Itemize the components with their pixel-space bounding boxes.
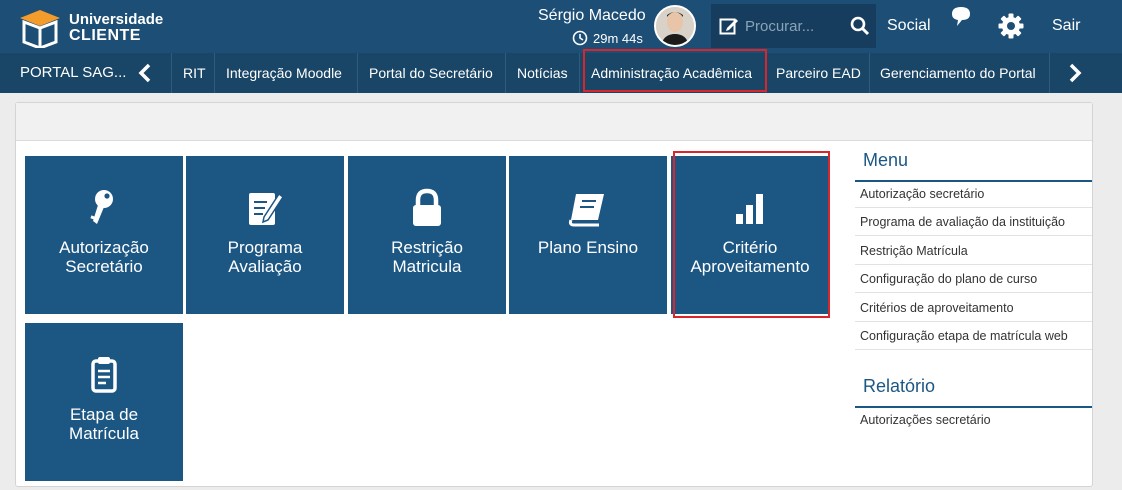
- logout-link[interactable]: Sair: [1052, 17, 1080, 35]
- social-link[interactable]: Social: [887, 17, 931, 35]
- nav-divider: [357, 53, 358, 93]
- side-menu-item[interactable]: Critérios de aproveitamento: [855, 294, 1092, 322]
- user-name: Sérgio Macedo: [538, 7, 646, 24]
- lock-icon: [413, 188, 441, 226]
- clock-icon: [572, 30, 588, 46]
- search-input[interactable]: Procurar...: [745, 18, 814, 35]
- tile-restricao-matricula[interactable]: Restrição Matricula: [348, 156, 506, 314]
- side-report-title: Relatório: [855, 376, 1092, 408]
- side-menu-item[interactable]: Configuração etapa de matrícula web: [855, 322, 1092, 350]
- top-bar: Universidade CLIENTE Sérgio Macedo 29m 4…: [0, 0, 1122, 53]
- chat-bubble-icon[interactable]: [948, 4, 974, 30]
- book-icon: [568, 194, 604, 227]
- tile-label-line1: Programa: [227, 238, 303, 257]
- tile-label-line2: Avaliação: [228, 257, 302, 276]
- session-timer: 29m 44s: [572, 30, 643, 46]
- chevron-left-icon[interactable]: [138, 63, 152, 83]
- highlight-admin-academica: [583, 49, 767, 92]
- key-icon: [90, 190, 113, 224]
- edit-document-icon: [249, 192, 285, 225]
- nav-divider: [214, 53, 215, 93]
- tile-label-line1: Restrição: [391, 238, 463, 257]
- tile-plano-ensino[interactable]: Plano Ensino: [509, 156, 667, 314]
- brand-line2: CLIENTE: [69, 27, 141, 44]
- portal-menu[interactable]: PORTAL SAG...: [20, 53, 126, 93]
- edit-icon[interactable]: [719, 16, 739, 36]
- search-box[interactable]: Procurar...: [711, 4, 876, 48]
- side-report-item[interactable]: Autorizações secretário: [855, 406, 1092, 434]
- tile-label-line2: Matrícula: [69, 424, 139, 443]
- brand-logo[interactable]: Universidade CLIENTE: [18, 8, 178, 48]
- clipboard-icon: [91, 357, 117, 393]
- session-timer-value: 29m 44s: [593, 30, 643, 46]
- nav-divider: [505, 53, 506, 93]
- side-menu-item[interactable]: Autorização secretário: [855, 180, 1092, 208]
- graduation-cap-icon: [20, 10, 60, 48]
- side-menu-title: Menu: [855, 150, 1092, 182]
- side-menu-item[interactable]: Programa de avaliação da instituição: [855, 208, 1092, 236]
- chevron-right-icon[interactable]: [1068, 63, 1082, 83]
- panel-header: [16, 103, 1092, 141]
- nav-item-parceiro-ead[interactable]: Parceiro EAD: [776, 53, 861, 93]
- tile-autorizacao-secretario[interactable]: Autorização Secretário: [25, 156, 183, 314]
- nav-item-portal-secretario[interactable]: Portal do Secretário: [369, 53, 493, 93]
- nav-divider: [1049, 53, 1050, 93]
- search-icon[interactable]: [850, 16, 870, 36]
- tile-label-line1: Etapa de: [69, 405, 139, 424]
- side-menu-item[interactable]: Configuração do plano de curso: [855, 265, 1092, 293]
- nav-item-integracao-moodle[interactable]: Integração Moodle: [226, 53, 342, 93]
- nav-divider: [579, 53, 580, 93]
- tile-label-line1: Autorização: [59, 238, 149, 257]
- gear-icon[interactable]: [998, 13, 1024, 39]
- tile-label-line2: Secretário: [65, 257, 143, 276]
- nav-item-noticias[interactable]: Notícias: [517, 53, 568, 93]
- nav-item-rit[interactable]: RIT: [183, 53, 206, 93]
- highlight-criterio-aproveitamento: [673, 151, 830, 318]
- brand-line1: Universidade: [69, 11, 164, 28]
- avatar[interactable]: [654, 5, 696, 47]
- tile-programa-avaliacao[interactable]: Programa Avaliação: [186, 156, 344, 314]
- user-photo-icon: [656, 7, 694, 45]
- side-menu-item[interactable]: Restrição Matrícula: [855, 237, 1092, 265]
- nav-divider: [869, 53, 870, 93]
- nav-item-gerenciamento-portal[interactable]: Gerenciamento do Portal: [880, 53, 1036, 93]
- tile-label-line2: Matricula: [392, 257, 462, 276]
- tile-etapa-matricula[interactable]: Etapa de Matrícula: [25, 323, 183, 481]
- nav-divider: [171, 53, 172, 93]
- nav-bar: PORTAL SAG... RIT Integração Moodle Port…: [0, 53, 1122, 93]
- tile-label-line1: Plano Ensino: [537, 238, 639, 257]
